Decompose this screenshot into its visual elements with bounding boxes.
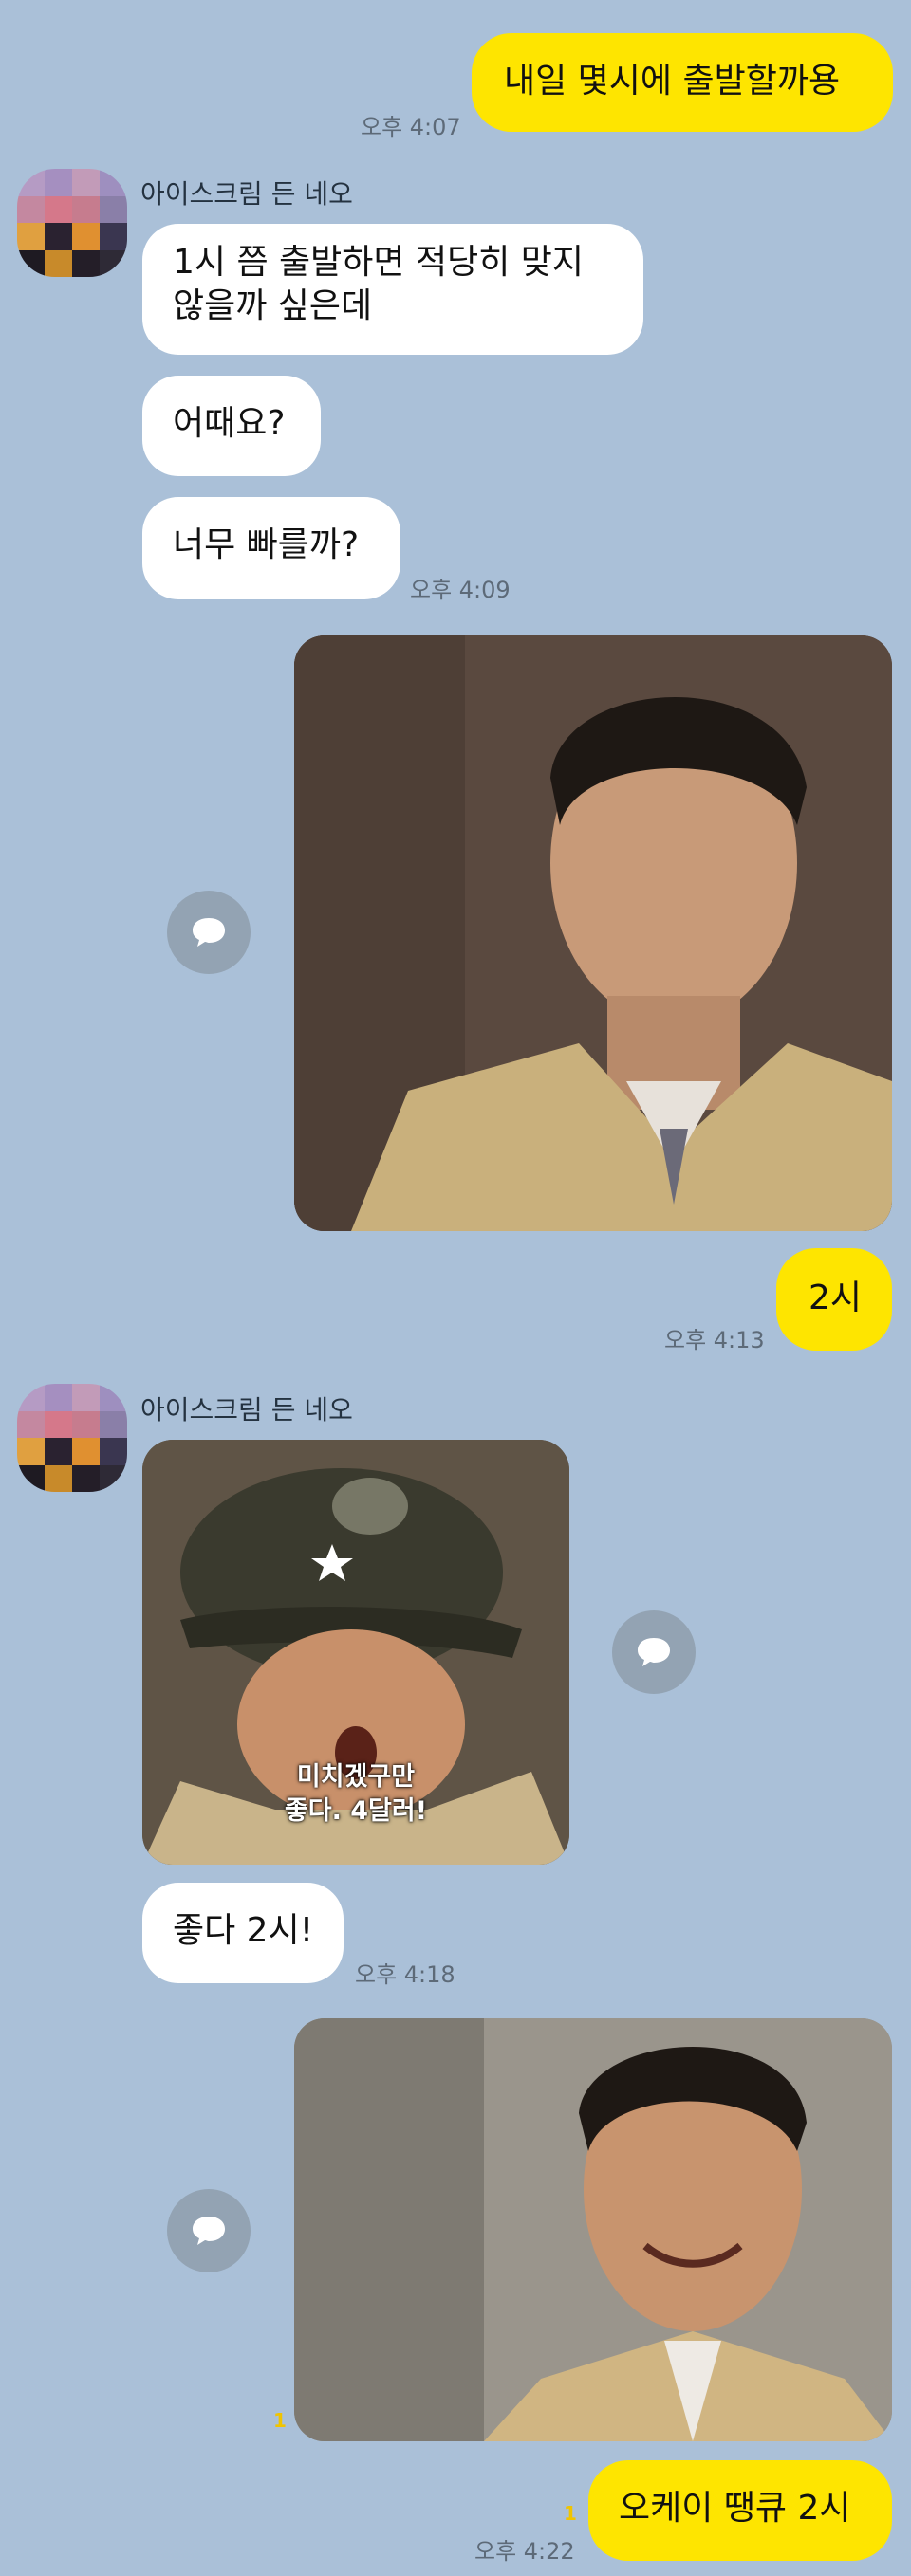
photo-soldier-sticker[interactable]: 미치겠구만 좋다. 4달러! [142,1440,569,1865]
message-time: 오후 4:22 [474,2538,575,2565]
message-time: 오후 4:18 [355,1961,456,1988]
speech-bubble-share-icon [193,918,225,947]
my-message-bubble[interactable]: 내일 몇시에 출발할까용 [472,33,893,132]
share-button[interactable] [167,891,251,974]
photo-man-in-suit[interactable] [294,635,892,1231]
their-message-bubble[interactable]: 1시 쯤 출발하면 적당히 맞지 않을까 싶은데 [142,224,643,355]
avatar[interactable] [17,169,127,277]
message-line: 1시 쯤 출발하면 적당히 맞지 [173,243,584,282]
their-message-bubble[interactable]: 너무 빠를까? [142,497,400,599]
my-message-bubble[interactable]: 오케이 땡큐 2시 [588,2460,892,2561]
message-time: 오후 4:13 [664,1327,765,1353]
subtitle-line: 좋다. 4달러! [284,1796,428,1826]
speech-bubble-share-icon [193,2217,225,2245]
their-message-bubble[interactable]: 좋다 2시! [142,1883,344,1983]
my-message-bubble[interactable]: 2시 [776,1248,892,1351]
message-time: 오후 4:09 [410,577,511,603]
photo-smiling-man[interactable] [294,2018,892,2441]
photo-art [294,2018,892,2441]
message-time: 오후 4:07 [361,114,461,140]
sticker-subtitle: 미치겠구만 좋다. 4달러! [142,1760,569,1829]
unread-count: 1 [564,2502,577,2525]
their-message-bubble[interactable]: 어때요? [142,376,321,476]
unread-count: 1 [273,2409,287,2432]
share-button[interactable] [167,2189,251,2272]
sender-name: 아이스크림 든 네오 [140,178,353,210]
sender-name: 아이스크림 든 네오 [140,1394,353,1426]
message-line: 않을까 싶은데 [173,286,373,325]
speech-bubble-share-icon [638,1638,670,1666]
photo-art [294,635,892,1231]
avatar[interactable] [17,1384,127,1492]
subtitle-line: 미치겠구만 [296,1762,416,1792]
share-button[interactable] [612,1610,696,1694]
